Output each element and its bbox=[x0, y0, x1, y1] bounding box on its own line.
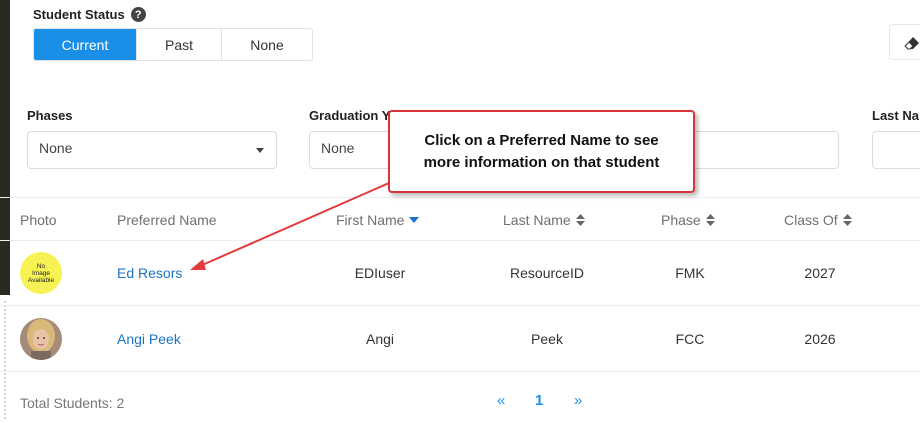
sort-desc-icon bbox=[409, 217, 420, 223]
help-icon[interactable]: ? bbox=[130, 7, 146, 22]
callout-line-1: Click on a Preferred Name to see bbox=[424, 132, 659, 149]
page-1-button[interactable]: 1 bbox=[535, 392, 543, 409]
table-header: Photo Preferred Name First Name Last Nam… bbox=[0, 197, 920, 241]
phase-header[interactable]: Phase bbox=[661, 212, 715, 228]
sort-icon bbox=[705, 214, 715, 226]
phase-cell: FCC bbox=[675, 331, 705, 347]
preferred-name-link[interactable]: Ed Resors bbox=[117, 265, 182, 281]
last-name-cell: Peek bbox=[531, 331, 563, 347]
student-status-label: Student Status ? bbox=[33, 7, 146, 22]
photo-cell bbox=[20, 306, 62, 372]
student-status-toggle: Current Past None bbox=[33, 28, 313, 61]
next-page-button[interactable]: » bbox=[574, 392, 582, 409]
preferred-name-header[interactable]: Preferred Name bbox=[117, 212, 217, 228]
last-name-input[interactable] bbox=[872, 131, 920, 169]
no-image-text-line: Image bbox=[31, 269, 51, 277]
graduation-year-select-value: None bbox=[321, 140, 355, 156]
preferred-name-cell: Ed Resors bbox=[117, 240, 182, 306]
phase-cell: FMK bbox=[675, 265, 705, 281]
photo-cell: No Image Available bbox=[20, 240, 62, 306]
eraser-icon bbox=[904, 37, 919, 50]
total-students: Total Students: 2 bbox=[20, 395, 125, 411]
phases-select-value: None bbox=[39, 140, 73, 156]
clear-filters-button[interactable] bbox=[889, 24, 920, 60]
last-name-cell: ResourceID bbox=[510, 265, 584, 281]
photo-header-label: Photo bbox=[20, 212, 57, 228]
table-row: Angi Peek Angi Peek FCC 2026 bbox=[0, 306, 920, 372]
student-photo-avatar bbox=[20, 318, 62, 360]
sort-icon bbox=[842, 214, 852, 226]
instruction-callout: Click on a Preferred Name to see more in… bbox=[388, 110, 695, 193]
callout-text: Click on a Preferred Name to see more in… bbox=[390, 130, 693, 174]
class-of-header[interactable]: Class Of bbox=[784, 212, 852, 228]
status-past-button[interactable]: Past bbox=[137, 29, 222, 60]
last-name-label: Last Na bbox=[872, 108, 919, 123]
no-image-text-line: Available bbox=[27, 276, 55, 284]
caret-down-icon bbox=[256, 148, 264, 153]
phases-label: Phases bbox=[27, 108, 73, 123]
class-of-cell: 2027 bbox=[804, 265, 836, 281]
first-name-header[interactable]: First Name bbox=[336, 212, 420, 228]
preferred-name-link[interactable]: Angi Peek bbox=[117, 331, 181, 347]
preferred-name-header-label: Preferred Name bbox=[117, 212, 217, 228]
first-name-cell: EDIuser bbox=[354, 265, 406, 281]
phase-header-label: Phase bbox=[661, 212, 701, 228]
no-image-text-line: No bbox=[36, 262, 46, 270]
first-name-cell: Angi bbox=[365, 331, 395, 347]
phases-select[interactable]: None bbox=[27, 131, 277, 169]
callout-line-2: more information on that student bbox=[423, 154, 660, 171]
status-current-button[interactable]: Current bbox=[34, 29, 137, 60]
no-image-avatar: No Image Available bbox=[20, 252, 62, 294]
graduation-year-label: Graduation Y bbox=[309, 108, 391, 123]
student-status-text: Student Status bbox=[33, 7, 125, 22]
preferred-name-cell: Angi Peek bbox=[117, 306, 181, 372]
prev-page-button[interactable]: « bbox=[497, 392, 505, 409]
class-of-cell: 2026 bbox=[804, 331, 836, 347]
class-of-header-label: Class Of bbox=[784, 212, 838, 228]
last-name-header[interactable]: Last Name bbox=[503, 212, 585, 228]
status-none-button[interactable]: None bbox=[222, 29, 312, 60]
first-name-header-label: First Name bbox=[336, 212, 405, 228]
sort-icon bbox=[575, 214, 585, 226]
photo-header: Photo bbox=[20, 212, 57, 228]
last-name-header-label: Last Name bbox=[503, 212, 571, 228]
table-row: No Image Available Ed Resors EDIuser Res… bbox=[0, 240, 920, 306]
